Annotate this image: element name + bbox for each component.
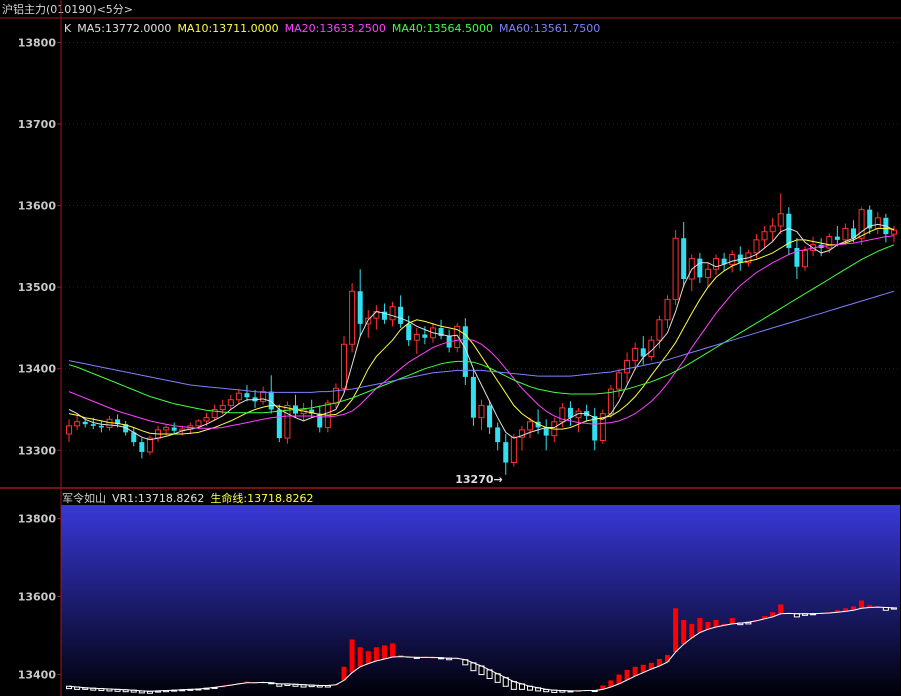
candle-body-70 <box>632 347 639 362</box>
candle-body-26 <box>276 409 282 439</box>
main-tick-label-2: 13500 <box>18 281 57 294</box>
candle-body-50 <box>470 376 476 418</box>
low-price-annotation: 13270→ <box>455 473 503 486</box>
candle-body-96 <box>842 227 849 241</box>
candle-body-62 <box>567 407 573 418</box>
candle-body-79 <box>704 268 711 278</box>
candle-body-59 <box>543 427 549 436</box>
sub-tick-label-2: 13800 <box>18 513 57 526</box>
candle-body-5 <box>106 418 113 428</box>
main-tick-label-0: 13300 <box>18 444 57 457</box>
candle-body-13 <box>171 427 177 431</box>
candle-body-53 <box>495 427 501 443</box>
candle-body-55 <box>510 436 517 464</box>
vr-bar-69 <box>624 669 630 681</box>
candle-body-51 <box>478 404 485 419</box>
vr-bar-88 <box>778 604 784 614</box>
candle-body-80 <box>713 258 720 270</box>
candle-body-69 <box>624 360 631 374</box>
candle-body-75 <box>672 237 679 300</box>
candle-body-16 <box>195 420 202 427</box>
candle-body-85 <box>753 239 760 254</box>
candle-body-40 <box>389 306 396 321</box>
vr-bar-75 <box>673 608 679 652</box>
candle-body-54 <box>503 442 509 463</box>
candle-body-52 <box>487 405 493 428</box>
main-tick-label-5: 13800 <box>18 36 57 49</box>
candle-body-87 <box>769 225 776 233</box>
candle-body-22 <box>244 393 250 398</box>
candle-body-21 <box>235 392 242 401</box>
vr-bar-79 <box>705 621 711 630</box>
candle-body-44 <box>422 334 428 338</box>
candle-body-3 <box>90 424 96 426</box>
vr-bar-76 <box>681 619 687 645</box>
vr-bar-55 <box>510 681 517 690</box>
vr-bar-35 <box>349 639 355 673</box>
candle-body-4 <box>98 425 104 428</box>
candle-body-12 <box>163 426 170 431</box>
candle-body-43 <box>413 333 420 341</box>
ma-line-ma60 <box>68 290 895 393</box>
sub-tick-label-0: 13400 <box>18 669 57 682</box>
candle-body-102 <box>890 229 897 235</box>
candle-body-76 <box>681 238 687 280</box>
candle-body-68 <box>615 372 622 390</box>
candle-body-98 <box>858 209 865 239</box>
candle-body-86 <box>761 231 768 241</box>
candle-body-57 <box>527 421 534 431</box>
candle-body-19 <box>219 404 226 411</box>
candlestick-chart[interactable]: 13270→ 13300 13400 13500 13600 13700 13800 134… <box>0 0 901 696</box>
candle-body-36 <box>357 291 363 324</box>
candle-body-34 <box>341 343 348 389</box>
vr-bar-37 <box>365 651 371 664</box>
candle-body-2 <box>82 421 88 425</box>
vr-bar-36 <box>357 647 363 667</box>
vr-bar-82 <box>729 618 735 624</box>
ma-line-ma20 <box>68 235 895 429</box>
vr-bar-78 <box>697 618 703 633</box>
candle-body-78 <box>697 258 703 278</box>
candle-body-0 <box>66 425 73 435</box>
candle-body-100 <box>874 217 881 229</box>
candle-body-9 <box>139 442 145 452</box>
vr-bar-40 <box>390 643 396 658</box>
vr-bar-80 <box>713 619 719 628</box>
main-tick-label-4: 13700 <box>18 118 57 131</box>
vr-bar-38 <box>373 647 379 661</box>
main-tick-label-3: 13600 <box>18 200 57 213</box>
candle-body-1 <box>74 421 81 427</box>
candle-body-73 <box>656 319 663 341</box>
candle-body-88 <box>777 213 784 227</box>
candle-body-20 <box>227 399 234 406</box>
candle-body-42 <box>406 323 412 341</box>
candle-body-95 <box>834 236 840 240</box>
candle-body-82 <box>729 254 736 265</box>
candle-body-74 <box>664 298 671 321</box>
vr-bar-98 <box>859 600 865 609</box>
vr-bar-70 <box>632 666 638 677</box>
candle-body-38 <box>373 311 380 319</box>
main-tick-label-1: 13400 <box>18 363 57 376</box>
candle-body-17 <box>203 417 210 422</box>
vr-bar-77 <box>689 623 695 638</box>
candle-body-35 <box>349 290 356 345</box>
sub-tick-label-1: 13600 <box>18 591 57 604</box>
candle-body-91 <box>801 249 809 268</box>
vr-bar-74 <box>665 655 671 663</box>
candle-body-41 <box>398 306 404 324</box>
candle-body-94 <box>826 236 833 249</box>
vr-bar-39 <box>381 645 387 659</box>
